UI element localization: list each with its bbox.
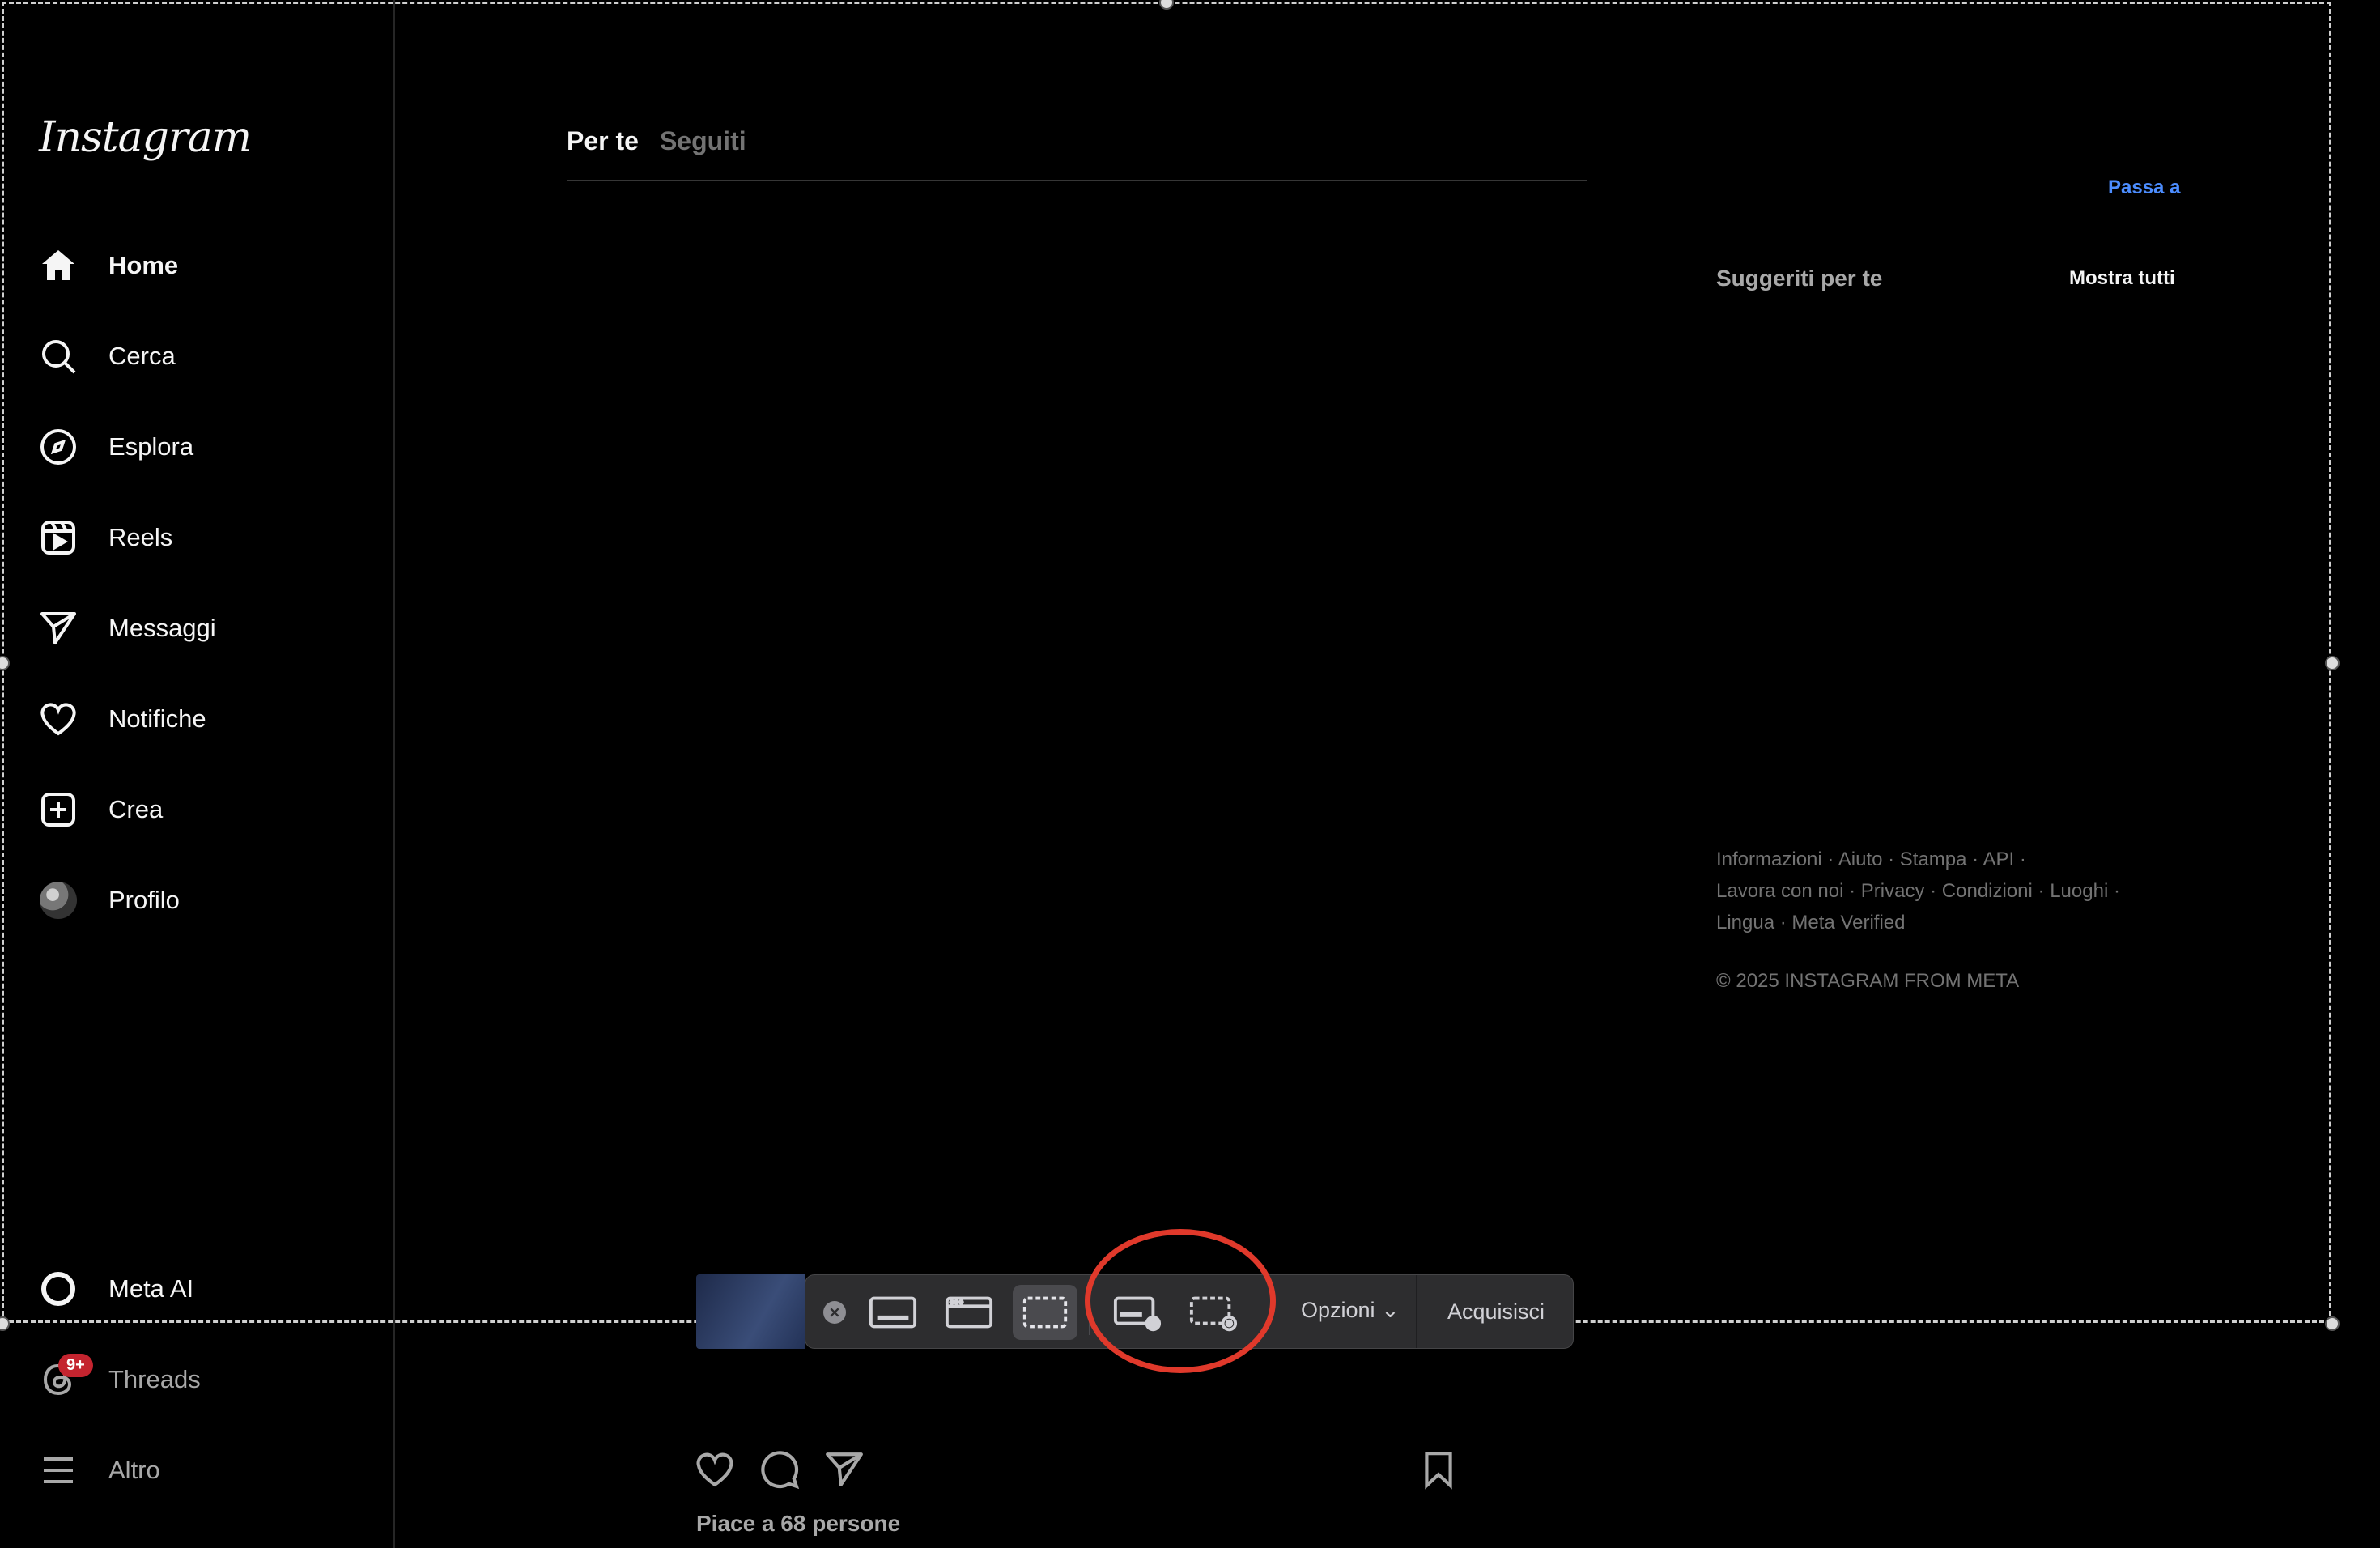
options-label: Opzioni	[1301, 1298, 1375, 1322]
post-actions	[695, 1449, 1464, 1498]
post-image-thumbnail	[696, 1274, 805, 1349]
sidebar: Instagram Home Cerca Esplora Reels Messa…	[0, 0, 395, 1548]
footer-link[interactable]: Lavora con noi	[1716, 880, 1843, 902]
nav-explore[interactable]: Esplora	[37, 415, 377, 479]
footer-sep: ·	[2014, 848, 2026, 870]
nav-home[interactable]: Home	[37, 233, 377, 298]
footer-sep: ·	[2108, 880, 2120, 902]
nav-explore-label: Esplora	[108, 432, 194, 461]
avatar	[37, 879, 79, 921]
footer-sep: ·	[2032, 880, 2051, 902]
nav-notifications[interactable]: Notifiche	[37, 687, 377, 751]
resize-handle-right[interactable]	[2325, 656, 2340, 670]
tab-following[interactable]: Seguiti	[660, 126, 746, 180]
footer-link[interactable]: Informazioni	[1716, 848, 1822, 870]
heart-icon	[37, 698, 79, 740]
footer-link[interactable]: Stampa	[1900, 848, 1967, 870]
footer-sep: ·	[1882, 848, 1900, 870]
resize-handle-bottom-right[interactable]	[2325, 1316, 2340, 1331]
nav-more-label: Altro	[108, 1456, 160, 1484]
nav-more[interactable]: Altro	[37, 1438, 377, 1503]
compass-icon	[37, 426, 79, 468]
footer-sep: ·	[1924, 880, 1942, 902]
options-dropdown[interactable]: Opzioni ⌄	[1301, 1298, 1400, 1323]
home-icon	[37, 245, 79, 287]
footer-link[interactable]: API	[1983, 848, 2015, 870]
record-selection-button[interactable]	[1181, 1285, 1246, 1340]
nav-search-label: Cerca	[108, 342, 176, 370]
footer-sep: ·	[1843, 880, 1861, 902]
meta-ai-icon	[37, 1268, 79, 1310]
search-icon	[37, 335, 79, 377]
footer-link[interactable]: Privacy	[1861, 880, 1925, 902]
nav-messages[interactable]: Messaggi	[37, 596, 377, 661]
paper-plane-icon	[37, 607, 79, 649]
suggestions-title: Suggeriti per te	[1716, 266, 1883, 291]
chevron-down-icon: ⌄	[1381, 1298, 1400, 1322]
nav-messages-label: Messaggi	[108, 614, 216, 642]
threads-icon: 9+	[37, 1354, 93, 1401]
nav-meta-ai[interactable]: Meta AI	[37, 1257, 377, 1321]
nav-home-label: Home	[108, 251, 179, 279]
footer-link[interactable]: Aiuto	[1838, 848, 1883, 870]
nav-profile-label: Profilo	[108, 886, 180, 914]
plus-square-icon	[37, 789, 79, 831]
screenshot-toolbar: Opzioni ⌄ Acquisisci	[805, 1274, 1574, 1349]
nav-search[interactable]: Cerca	[37, 324, 377, 389]
like-icon[interactable]	[695, 1449, 740, 1495]
toolbar-separator	[1089, 1290, 1090, 1335]
nav-notifications-label: Notifiche	[108, 704, 206, 733]
capture-window-button[interactable]	[937, 1285, 1001, 1340]
close-icon[interactable]	[823, 1301, 846, 1324]
notification-badge: 9+	[58, 1354, 93, 1377]
show-all-link[interactable]: Mostra tutti	[2069, 267, 2175, 290]
capture-label: Acquisisci	[1447, 1299, 1545, 1324]
switch-account-link[interactable]: Passa a	[2108, 176, 2180, 199]
copyright: © 2025 INSTAGRAM FROM META	[1716, 970, 2020, 992]
nav-threads[interactable]: 9+ Threads	[37, 1347, 377, 1412]
comment-icon[interactable]	[759, 1449, 805, 1495]
footer-sep: ·	[1966, 848, 1983, 870]
footer-link[interactable]: Luoghi	[2050, 880, 2108, 902]
nav-threads-label: Threads	[108, 1365, 201, 1393]
instagram-logo[interactable]: Instagram	[39, 113, 252, 162]
footer-sep: ·	[1821, 848, 1838, 870]
footer-link[interactable]: Condizioni	[1942, 880, 2033, 902]
capture-selection-button[interactable]	[1013, 1285, 1077, 1340]
footer-link[interactable]: Lingua	[1716, 912, 1774, 933]
share-icon[interactable]	[824, 1449, 869, 1495]
nav-profile[interactable]: Profilo	[37, 868, 377, 933]
likes-count: Piace a 68 persone	[696, 1511, 901, 1536]
nav-create[interactable]: Crea	[37, 777, 377, 842]
capture-entire-screen-button[interactable]	[861, 1285, 925, 1340]
resize-handle-top[interactable]	[1159, 0, 1174, 10]
record-entire-screen-button[interactable]	[1105, 1285, 1170, 1340]
footer-links: Informazioni · Aiuto · Stampa · API · La…	[1716, 844, 2170, 938]
footer-sep: ·	[1774, 912, 1792, 933]
footer-link[interactable]: Meta Verified	[1791, 912, 1905, 933]
nav-meta-ai-label: Meta AI	[108, 1274, 194, 1303]
menu-icon	[37, 1449, 79, 1491]
tab-for-you[interactable]: Per te	[567, 126, 639, 180]
nav-create-label: Crea	[108, 795, 164, 823]
nav-reels[interactable]: Reels	[37, 505, 377, 570]
bookmark-icon[interactable]	[1418, 1449, 1464, 1495]
reels-icon	[37, 517, 79, 559]
feed-tabs: Per te Seguiti	[567, 126, 1587, 181]
capture-button[interactable]: Acquisisci	[1416, 1275, 1575, 1348]
nav-reels-label: Reels	[108, 523, 173, 551]
